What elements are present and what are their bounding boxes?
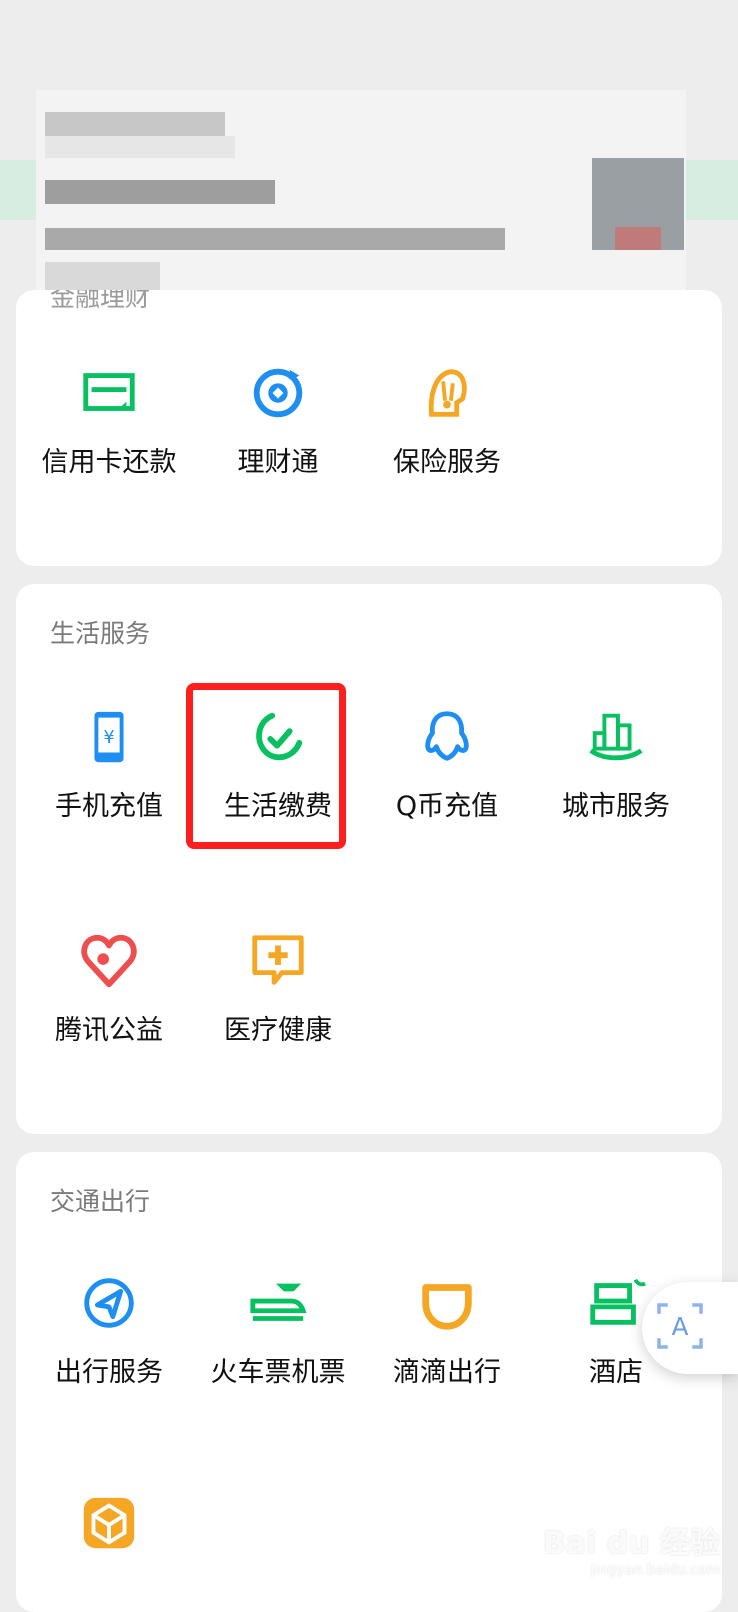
life-services-card: 生活服务 ¥ 手机充值 生活缴费 Q币充值 城市服务 腾讯公益 医疗健康 — [16, 584, 722, 1134]
baidu-watermark: Bai du 经验 jingyan.baidu.com — [543, 1518, 720, 1578]
translate-icon: A — [657, 1303, 703, 1349]
service-medical[interactable]: 医疗健康 — [193, 930, 363, 1047]
service-mobile-topup[interactable]: ¥ 手机充值 — [24, 706, 194, 823]
section-title-life: 生活服务 — [50, 619, 151, 648]
service-label: 保险服务 — [393, 447, 501, 478]
service-label: 理财通 — [237, 447, 319, 478]
service-credit-card[interactable]: 信用卡还款 — [24, 362, 194, 479]
service-wealth[interactable]: 理财通 — [193, 362, 363, 479]
didi-icon — [422, 1284, 472, 1330]
service-label: 腾讯公益 — [55, 1015, 163, 1046]
mobile-topup-icon: ¥ — [94, 711, 124, 763]
orange-box-icon[interactable] — [78, 1492, 140, 1554]
service-label: 出行服务 — [55, 1357, 163, 1388]
service-city[interactable]: 城市服务 — [531, 706, 701, 823]
hotel-icon — [590, 1278, 646, 1325]
credit-card-icon — [83, 373, 135, 411]
floating-translate-button[interactable]: A — [642, 1282, 738, 1374]
medical-icon — [252, 935, 304, 985]
svg-text:¥: ¥ — [103, 728, 114, 748]
charity-icon — [81, 934, 137, 988]
finance-card: 金融理财 信用卡还款 理财通 保险服务 — [16, 290, 722, 566]
service-travel[interactable]: 出行服务 — [24, 1272, 194, 1389]
service-train-plane[interactable]: 火车票机票 — [193, 1272, 363, 1389]
section-title-transport: 交通出行 — [50, 1187, 151, 1216]
service-label: 信用卡还款 — [41, 447, 177, 478]
service-label: 城市服务 — [562, 791, 670, 822]
travel-icon — [84, 1278, 134, 1328]
svg-text:A: A — [672, 1312, 689, 1341]
service-label: 滴滴出行 — [393, 1357, 501, 1388]
qq-coin-icon — [425, 711, 469, 761]
service-label: 医疗健康 — [224, 1015, 332, 1046]
insurance-icon — [428, 369, 467, 417]
service-charity[interactable]: 腾讯公益 — [24, 930, 194, 1047]
service-didi[interactable]: 滴滴出行 — [362, 1272, 532, 1389]
service-label: Q币充值 — [395, 791, 499, 822]
service-label: 火车票机票 — [210, 1357, 346, 1388]
watermark-brand: Bai du 经验 — [542, 1526, 720, 1561]
watermark-url: jingyan.baidu.com — [590, 1562, 720, 1578]
wealth-icon — [253, 368, 303, 418]
service-qq-coin[interactable]: Q币充值 — [362, 706, 532, 823]
service-insurance[interactable]: 保险服务 — [362, 362, 532, 479]
train-plane-icon — [250, 1283, 307, 1321]
pixelated-account-details — [45, 112, 685, 292]
service-label: 手机充值 — [55, 791, 163, 822]
city-service-icon — [589, 713, 643, 761]
highlight-box — [186, 683, 346, 849]
